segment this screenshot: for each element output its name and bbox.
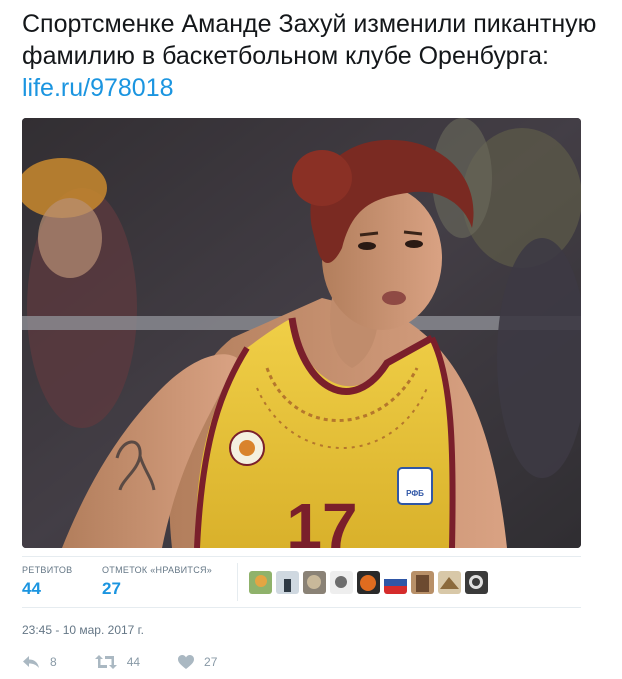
stats-divider xyxy=(237,563,238,601)
avatar-3[interactable] xyxy=(303,570,326,594)
federation-badge-text: РФБ xyxy=(406,489,424,498)
avatar-8[interactable] xyxy=(438,570,461,594)
avatar-2[interactable] xyxy=(276,570,299,594)
avatar-7[interactable] xyxy=(411,570,434,594)
tweet-stats: РЕТВИТОВ 44 ОТМЕТОК «НРАВИТСЯ» 27 xyxy=(22,556,581,608)
liker-avatars xyxy=(249,570,488,594)
like-button[interactable]: 27 xyxy=(178,655,217,669)
retweets-stat[interactable]: РЕТВИТОВ 44 xyxy=(22,564,102,600)
retweet-button[interactable]: 44 xyxy=(94,655,141,669)
tweet-link[interactable]: life.ru/978018 xyxy=(22,74,174,102)
reply-button[interactable]: 8 xyxy=(22,655,57,669)
retweets-label: РЕТВИТОВ xyxy=(22,565,73,575)
reply-icon xyxy=(23,656,39,668)
avatar-5[interactable] xyxy=(357,570,380,594)
retweet-icon xyxy=(94,655,117,669)
jersey-number: 17 xyxy=(286,490,357,548)
avatar-4[interactable] xyxy=(330,570,353,594)
retweet-count: 44 xyxy=(126,655,141,669)
tweet-timestamp[interactable]: 23:45 - 10 мар. 2017 г. xyxy=(22,623,144,637)
heart-icon xyxy=(178,655,195,669)
avatar-1[interactable] xyxy=(249,570,272,594)
tweet-photo[interactable]: РФБ 17 xyxy=(22,118,581,548)
like-count: 27 xyxy=(204,655,218,669)
avatar-6[interactable] xyxy=(384,570,407,594)
tweet-text: Спортсменке Аманде Захуй изменили пикант… xyxy=(22,8,612,104)
reply-count: 8 xyxy=(50,655,57,669)
retweets-count: 44 xyxy=(22,579,41,598)
tweet-text-body: Спортсменке Аманде Захуй изменили пикант… xyxy=(22,10,597,70)
likes-label: ОТМЕТОК «НРАВИТСЯ» xyxy=(102,565,213,575)
likes-count: 27 xyxy=(102,579,121,598)
tweet-actions: 8 44 27 xyxy=(22,652,255,672)
avatar-9[interactable] xyxy=(465,570,488,594)
likes-stat[interactable]: ОТМЕТОК «НРАВИТСЯ» 27 xyxy=(102,564,237,600)
photo-basketball-player: РФБ 17 xyxy=(22,118,581,548)
